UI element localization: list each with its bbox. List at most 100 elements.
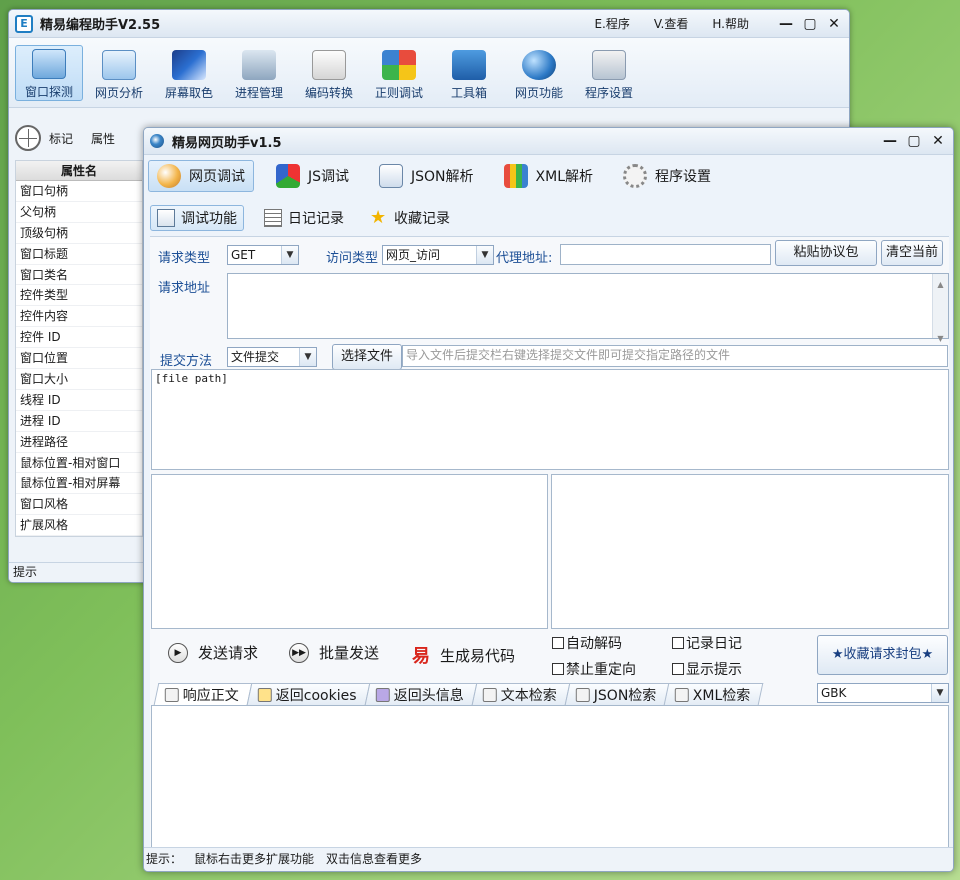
file-path-text: [file path] <box>155 372 228 385</box>
table-row[interactable]: 窗口大小 <box>16 369 142 390</box>
maximize-icon[interactable]: ▢ <box>803 16 817 32</box>
tab-response-body[interactable]: 响应正文 <box>153 683 253 705</box>
tab-js-debug[interactable]: JS调试 <box>268 160 357 192</box>
url-textarea[interactable]: ▲ ▼ <box>227 273 949 343</box>
minimize-icon[interactable]: — <box>883 133 897 149</box>
table-row[interactable]: 父句柄 <box>16 202 142 223</box>
request-type-select[interactable]: GET ▼ <box>227 245 299 265</box>
request-type-value: GET <box>231 248 256 262</box>
tab-return-headers[interactable]: 返回头信息 <box>364 683 478 705</box>
send-request-button[interactable]: ▶ 发送请求 <box>168 642 258 663</box>
table-row[interactable]: 窗口风格 <box>16 494 142 516</box>
subtab-log-records[interactable]: 日记记录 <box>258 205 350 231</box>
checkbox-box[interactable] <box>552 637 564 649</box>
json-table-icon <box>379 164 404 188</box>
checkbox-box[interactable] <box>552 663 564 675</box>
tool-toolbox[interactable]: 工具箱 <box>435 45 503 101</box>
access-type-select[interactable]: 网页_访问 ▼ <box>382 245 494 265</box>
choose-file-button[interactable]: 选择文件 <box>332 344 402 370</box>
tab-return-cookies[interactable]: 返回cookies <box>246 683 371 705</box>
tab-program-settings[interactable]: 程序设置 <box>615 160 719 192</box>
left-result-panel[interactable] <box>151 474 548 629</box>
no-redirect-checkbox[interactable]: 禁止重定向 <box>552 659 636 679</box>
tool-encoding-convert[interactable]: 编码转换 <box>295 45 363 101</box>
fast-forward-icon: ▶▶ <box>289 642 309 663</box>
favorite-packet-button[interactable]: ★收藏请求封包★ <box>817 635 948 675</box>
table-row[interactable]: 鼠标位置-相对窗口 <box>16 453 142 474</box>
right-result-panel[interactable] <box>551 474 949 629</box>
tool-window-probe[interactable]: 窗口探测 <box>15 45 83 101</box>
table-row[interactable]: 顶级句柄 <box>16 223 142 244</box>
tab-web-debug[interactable]: 网页调试 <box>148 160 254 192</box>
table-row[interactable]: 控件类型 <box>16 285 142 307</box>
tab-json-parse[interactable]: JSON解析 <box>371 160 482 192</box>
clear-current-button[interactable]: 清空当前 <box>881 240 943 266</box>
submit-method-select[interactable]: 文件提交 ▼ <box>227 347 317 367</box>
crosshair-icon[interactable] <box>15 125 41 151</box>
close-icon[interactable]: ✕ <box>931 133 945 149</box>
js-cubes-icon <box>276 164 300 188</box>
debug-functions-icon <box>157 209 175 227</box>
table-row[interactable]: 窗口位置 <box>16 348 142 370</box>
table-row[interactable]: 扩展风格 <box>16 515 142 537</box>
chevron-down-icon[interactable]: ▼ <box>281 246 298 264</box>
tool-screen-color[interactable]: 屏幕取色 <box>155 45 223 101</box>
chevron-down-icon[interactable]: ▼ <box>299 348 316 366</box>
file-hint-input[interactable]: 导入文件后提交栏右键选择提交文件即可提交指定路径的文件 <box>402 345 948 367</box>
minimize-icon[interactable]: — <box>779 16 793 32</box>
toolbox-icon <box>452 50 486 80</box>
tool-program-settings[interactable]: 程序设置 <box>575 45 643 101</box>
search-icon <box>482 687 497 702</box>
table-row[interactable]: 窗口类名 <box>16 265 142 286</box>
subtab-debug-functions[interactable]: 调试功能 <box>150 205 244 231</box>
paste-packet-button[interactable]: 粘贴协议包 <box>775 240 877 266</box>
tab-xml-search[interactable]: XML检索 <box>663 683 765 705</box>
tab-text-search[interactable]: 文本检索 <box>471 683 571 705</box>
tool-regex-debug[interactable]: 正则调试 <box>365 45 433 101</box>
tool-label: 程序设置 <box>584 86 633 100</box>
subtab-favorites[interactable]: ★ 收藏记录 <box>364 205 456 231</box>
encoding-convert-icon <box>312 50 346 80</box>
web-helper-logo-icon <box>150 134 164 148</box>
submit-content-box[interactable]: [file path] <box>151 369 949 470</box>
close-icon[interactable]: ✕ <box>827 16 841 32</box>
menu-view[interactable]: V.查看 <box>654 15 688 32</box>
url-label: 请求地址 <box>158 281 211 296</box>
generate-code-button[interactable]: 易 生成易代码 <box>412 642 515 668</box>
scrollbar[interactable]: ▲ ▼ <box>932 274 948 343</box>
tool-process-manager[interactable]: 进程管理 <box>225 45 293 101</box>
result-tabs: 响应正文 返回cookies 返回头信息 文本检索 JSON检索 XML检索 <box>153 683 765 705</box>
response-body-panel[interactable] <box>151 705 949 849</box>
chevron-down-icon[interactable]: ▼ <box>931 684 948 702</box>
auto-decode-checkbox[interactable]: 自动解码 <box>552 633 622 653</box>
main-toolbar: 窗口探测 网页分析 屏幕取色 进程管理 编码转换 正则调试 工具箱 网页功能 程… <box>9 38 849 108</box>
table-row[interactable]: 窗口标题 <box>16 244 142 265</box>
tab-label: 返回头信息 <box>393 687 464 704</box>
tab-json-search[interactable]: JSON检索 <box>564 683 670 705</box>
menu-help[interactable]: H.帮助 <box>712 15 749 32</box>
checkbox-box[interactable] <box>672 637 684 649</box>
table-row[interactable]: 进程路径 <box>16 432 142 453</box>
batch-send-button[interactable]: ▶▶ 批量发送 <box>289 642 379 663</box>
tool-web-analysis[interactable]: 网页分析 <box>85 45 153 101</box>
table-row[interactable]: 鼠标位置-相对屏幕 <box>16 473 142 495</box>
tool-web-functions[interactable]: 网页功能 <box>505 45 573 101</box>
log-record-checkbox[interactable]: 记录日记 <box>672 633 742 653</box>
checkbox-box[interactable] <box>672 663 684 675</box>
tab-xml-parse[interactable]: XML解析 <box>496 160 601 192</box>
tab-label: JSON检索 <box>593 687 657 704</box>
maximize-icon[interactable]: ▢ <box>907 133 921 149</box>
show-tips-checkbox[interactable]: 显示提示 <box>672 659 742 679</box>
table-row[interactable]: 控件 ID <box>16 327 142 349</box>
tab-label: JS调试 <box>308 169 350 185</box>
chevron-down-icon[interactable]: ▼ <box>476 246 493 264</box>
table-row[interactable]: 控件内容 <box>16 306 142 328</box>
table-row[interactable]: 线程 ID <box>16 390 142 411</box>
proxy-input[interactable] <box>560 244 771 265</box>
back-titlebar: E 精易编程助手V2.55 E.程序 V.查看 H.帮助 — ▢ ✕ <box>9 10 849 38</box>
table-row[interactable]: 进程 ID <box>16 411 142 432</box>
menu-program[interactable]: E.程序 <box>594 15 629 32</box>
table-row[interactable]: 窗口句柄 <box>16 181 142 202</box>
encoding-select[interactable]: GBK ▼ <box>817 683 949 703</box>
program-settings-icon <box>592 50 626 80</box>
